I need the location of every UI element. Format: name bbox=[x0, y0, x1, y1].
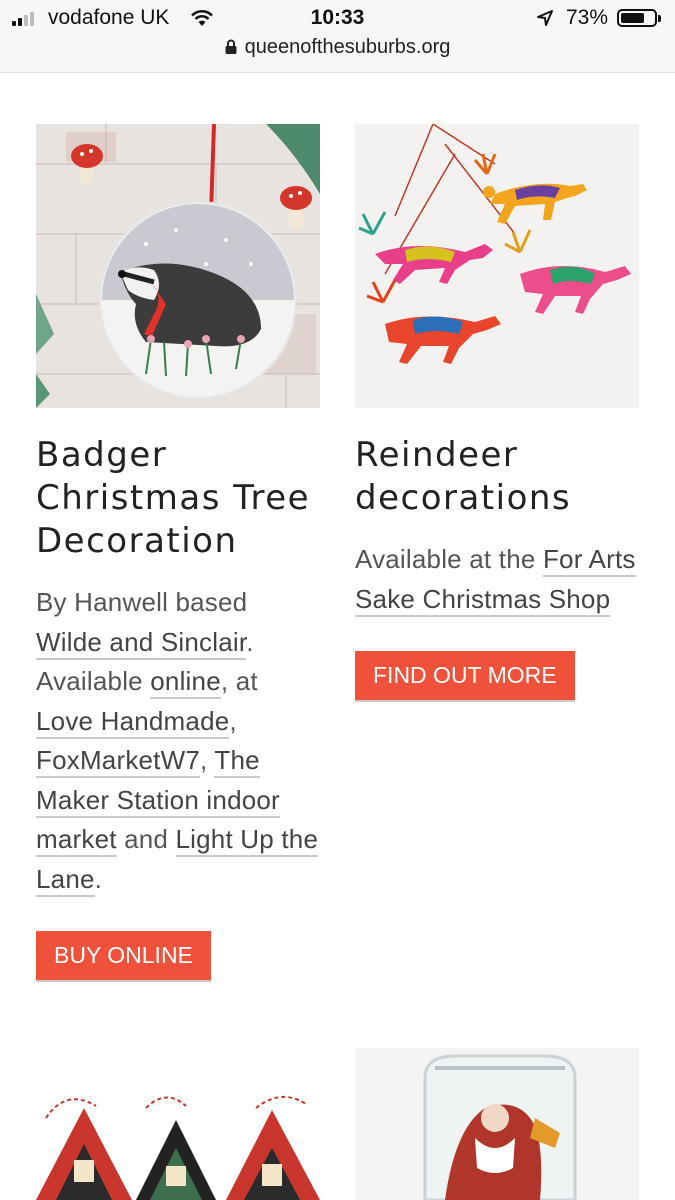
desc-text: , at bbox=[220, 666, 258, 696]
paper-houses-image[interactable] bbox=[36, 1048, 320, 1200]
card-title: Badger Christmas Tree Decoration bbox=[36, 434, 320, 563]
desc-text: By Hanwell based bbox=[36, 587, 248, 617]
title-line: Badger bbox=[36, 435, 168, 475]
battery-icon bbox=[617, 9, 661, 27]
badger-decoration-image[interactable] bbox=[36, 124, 320, 408]
title-line: decorations bbox=[355, 478, 572, 518]
battery-percentage: 73% bbox=[566, 6, 609, 29]
title-line: Reindeer bbox=[355, 435, 519, 475]
santa-jar-image[interactable] bbox=[355, 1048, 639, 1200]
desc-text: , bbox=[200, 745, 215, 775]
card-description: Available at the For Arts Sake Christmas… bbox=[355, 540, 639, 619]
buy-online-button[interactable]: BUY ONLINE bbox=[36, 931, 211, 980]
status-bar: vodafone UK 10:33 73% queenofthesuburbs.… bbox=[0, 0, 675, 73]
desc-text: . bbox=[94, 863, 103, 894]
link-wilde-and-sinclair[interactable]: Wilde and Sinclair bbox=[36, 626, 247, 660]
card-description: By Hanwell based Wilde and Sinclair. Ava… bbox=[36, 583, 320, 899]
lock-icon bbox=[225, 39, 237, 54]
desc-text: , bbox=[229, 705, 237, 736]
desc-text: and bbox=[116, 824, 176, 854]
link-love-handmade[interactable]: Love Handmade bbox=[36, 705, 230, 739]
reindeer-decorations-image[interactable] bbox=[355, 124, 639, 408]
product-card-badger: Badger Christmas Tree Decoration By Hanw… bbox=[36, 124, 320, 980]
link-foxmarketw7[interactable]: FoxMarketW7 bbox=[36, 745, 201, 778]
title-line: Christmas Tree bbox=[36, 478, 311, 518]
url-text: queenofthesuburbs.org bbox=[244, 36, 451, 58]
link-online[interactable]: online bbox=[150, 666, 221, 699]
card-title: Reindeer decorations bbox=[355, 434, 639, 520]
address-bar[interactable]: queenofthesuburbs.org bbox=[0, 36, 675, 59]
location-arrow-icon bbox=[537, 10, 553, 26]
product-card-reindeer: Reindeer decorations Available at the Fo… bbox=[355, 124, 639, 700]
desc-text: Available at the bbox=[355, 544, 543, 574]
find-out-more-button[interactable]: FIND OUT MORE bbox=[355, 651, 575, 700]
title-line: Decoration bbox=[36, 521, 238, 561]
